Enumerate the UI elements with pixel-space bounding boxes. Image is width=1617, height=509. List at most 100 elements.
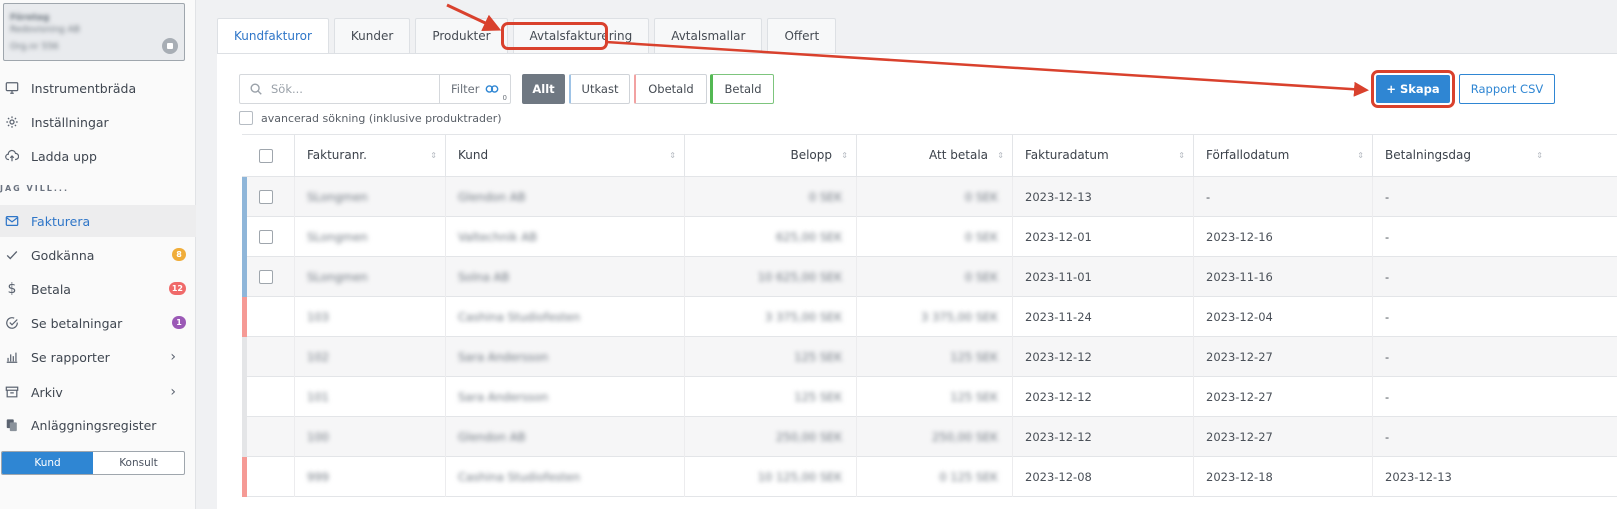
tab-avtalsfakturering[interactable]: Avtalsfakturering bbox=[512, 18, 650, 54]
cell-forfall: 2023-11-16 bbox=[1193, 257, 1372, 297]
advanced-search-checkbox[interactable] bbox=[239, 111, 253, 125]
cell-betald: 2023-12-13 bbox=[1372, 457, 1551, 497]
status-stripe bbox=[242, 457, 247, 497]
sidebar-item-anlaggningsregister[interactable]: Anläggningsregister bbox=[0, 409, 196, 441]
role-konsult-button[interactable]: Konsult bbox=[93, 452, 184, 474]
sidebar-item-godkanna[interactable]: Godkänna 8 bbox=[0, 239, 196, 271]
gear-icon bbox=[5, 115, 19, 129]
status-filter-utkast[interactable]: Utkast bbox=[569, 74, 630, 104]
sidebar-item-se-rapporter[interactable]: Se rapporter › bbox=[0, 341, 196, 373]
cell-value: - bbox=[1206, 190, 1211, 204]
company-selector[interactable]: Företag Redovisning AB Org.nr 556 bbox=[3, 3, 185, 61]
column-header-forfallodatum[interactable]: Förfallodatum ⇕ bbox=[1193, 135, 1372, 177]
lock-icon[interactable] bbox=[162, 38, 178, 54]
cell-fdatum: 2023-12-13 bbox=[1012, 177, 1193, 217]
status-filter-obetald[interactable]: Obetald bbox=[634, 74, 707, 104]
row-checkbox[interactable] bbox=[259, 190, 273, 204]
cell-belopp: 125 SEK bbox=[684, 337, 856, 377]
cell-value: - bbox=[1385, 190, 1390, 204]
cell-kund: Glendon AB bbox=[445, 417, 684, 457]
cell-betald: - bbox=[1372, 217, 1551, 257]
table-row[interactable]: 102 Sara Andersson 125 SEK 125 SEK 2023-12-1… bbox=[242, 337, 1617, 377]
advanced-search-label: avancerad sökning (inklusive produktrade… bbox=[261, 111, 502, 125]
cell-belopp: 250,00 SEK bbox=[684, 417, 856, 457]
invoice-panel: Filter 0 Allt Utkast Obetald Betald avan… bbox=[217, 53, 1617, 509]
role-kund-button[interactable]: Kund bbox=[2, 452, 93, 474]
copy-icon bbox=[5, 418, 19, 432]
cell-fdatum: 2023-11-24 bbox=[1012, 297, 1193, 337]
cell-value: Solna AB bbox=[458, 270, 510, 284]
row-checkbox[interactable] bbox=[259, 230, 273, 244]
sidebar-item-ladda-upp[interactable]: Ladda upp bbox=[0, 140, 196, 172]
sidebar-item-instrumentbrada[interactable]: Instrumentbräda bbox=[0, 72, 196, 104]
table-row[interactable]: 999 Cashina Studiofesten 10 125,00 SEK 0 12… bbox=[242, 457, 1617, 497]
tab-avtalsmallar[interactable]: Avtalsmallar bbox=[654, 18, 763, 54]
cell-forfall: 2023-12-16 bbox=[1193, 217, 1372, 257]
search-input[interactable] bbox=[271, 82, 431, 96]
sidebar-item-label: Betala bbox=[31, 281, 71, 297]
cell-forfall: 2023-12-27 bbox=[1193, 337, 1372, 377]
status-filter-allt[interactable]: Allt bbox=[522, 74, 565, 104]
sidebar-item-se-betalningar[interactable]: Se betalningar 1 bbox=[0, 307, 196, 339]
create-label: Skapa bbox=[1399, 82, 1440, 96]
csv-report-button[interactable]: Rapport CSV bbox=[1459, 74, 1555, 104]
cell-value: Valtechnik AB bbox=[458, 230, 537, 244]
table-row[interactable]: 103 Cashina Studiofesten 3 375,00 SEK 3 375… bbox=[242, 297, 1617, 337]
table-header: Fakturanr. ⇕ Kund ⇕ Belopp ⇕ Att betala ⇕ Fa… bbox=[242, 135, 1617, 177]
table-row[interactable]: SLongmen Glendon AB 0 SEK 0 SEK 2023-12-13 - - bbox=[242, 177, 1617, 217]
filter-button[interactable]: Filter 0 bbox=[439, 75, 510, 103]
chevron-right-icon[interactable]: › bbox=[170, 349, 176, 365]
tab-kunder[interactable]: Kunder bbox=[333, 18, 411, 54]
cell-value: 100 bbox=[307, 430, 329, 444]
column-header-kund[interactable]: Kund ⇕ bbox=[445, 135, 684, 177]
row-checkbox[interactable] bbox=[259, 270, 273, 284]
role-toggle: Kund Konsult bbox=[1, 451, 185, 475]
table-row[interactable]: 100 Glendon AB 250,00 SEK 250,00 SEK 2023-12… bbox=[242, 417, 1617, 457]
sidebar-item-label: Anläggningsregister bbox=[31, 417, 157, 433]
cell-forfall: - bbox=[1193, 177, 1372, 217]
column-header-att-betala[interactable]: Att betala ⇕ bbox=[856, 135, 1012, 177]
cell-value: 125 SEK bbox=[950, 390, 998, 404]
cell-value: Glendon AB bbox=[458, 430, 526, 444]
column-header-fakturanr[interactable]: Fakturanr. ⇕ bbox=[294, 135, 445, 177]
column-header-betalningsdag[interactable]: Betalningsdag ⇕ bbox=[1372, 135, 1551, 177]
select-all-checkbox[interactable] bbox=[259, 149, 273, 163]
advanced-search-option: avancerad sökning (inklusive produktrade… bbox=[239, 111, 502, 125]
status-stripe bbox=[242, 177, 247, 217]
column-label: Belopp bbox=[790, 148, 832, 162]
chevron-right-icon[interactable]: › bbox=[170, 384, 176, 400]
cell-value: 125 SEK bbox=[794, 390, 842, 404]
create-invoice-button[interactable]: + Skapa bbox=[1376, 75, 1450, 103]
table-row[interactable]: SLongmen Valtechnik AB 625,00 SEK 0 SEK 2023… bbox=[242, 217, 1617, 257]
column-header-fakturadatum[interactable]: Fakturadatum ⇕ bbox=[1012, 135, 1193, 177]
column-header-belopp[interactable]: Belopp ⇕ bbox=[684, 135, 856, 177]
cell-fdatum: 2023-12-01 bbox=[1012, 217, 1193, 257]
cell-betald: - bbox=[1372, 417, 1551, 457]
tab-kundfakturor[interactable]: Kundfakturor bbox=[217, 18, 329, 54]
cell-value: 0 125 SEK bbox=[939, 470, 998, 484]
sidebar-item-betala[interactable]: $ Betala 12 bbox=[0, 273, 196, 305]
cell-belopp: 10 125,00 SEK bbox=[684, 457, 856, 497]
tab-produkter[interactable]: Produkter bbox=[415, 18, 508, 54]
cell-betald: - bbox=[1372, 337, 1551, 377]
table-row[interactable]: SLongmen Solna AB 10 625,00 SEK 0 SEK 2023-1… bbox=[242, 257, 1617, 297]
cell-value: 2023-12-01 bbox=[1025, 230, 1092, 244]
company-subtitle: Redovisning AB bbox=[10, 25, 80, 35]
cell-value: 10 125,00 SEK bbox=[757, 470, 842, 484]
sidebar-item-fakturera[interactable]: Fakturera bbox=[0, 205, 196, 237]
status-filter-betald[interactable]: Betald bbox=[710, 74, 774, 104]
column-label: Att betala bbox=[929, 148, 988, 162]
sidebar-item-installningar[interactable]: Inställningar bbox=[0, 106, 196, 138]
table-row[interactable]: 101 Sara Andersson 125 SEK 125 SEK 2023-12-1… bbox=[242, 377, 1617, 417]
cell-value: - bbox=[1385, 350, 1390, 364]
sort-icon: ⇕ bbox=[997, 151, 1004, 160]
tab-offert[interactable]: Offert bbox=[767, 18, 837, 54]
table-body: SLongmen Glendon AB 0 SEK 0 SEK 2023-12-13 - -… bbox=[242, 177, 1617, 497]
plus-icon: + bbox=[1386, 82, 1400, 96]
status-stripe bbox=[242, 297, 247, 337]
cell-att: 125 SEK bbox=[856, 337, 1012, 377]
sort-icon: ⇕ bbox=[841, 151, 848, 160]
bar-chart-icon bbox=[5, 350, 19, 364]
cell-belopp: 3 375,00 SEK bbox=[684, 297, 856, 337]
sidebar-item-arkiv[interactable]: Arkiv › bbox=[0, 376, 196, 408]
